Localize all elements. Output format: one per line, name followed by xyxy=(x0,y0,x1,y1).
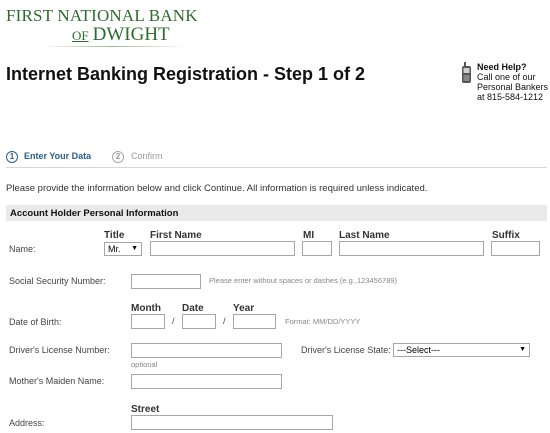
year-header: Year xyxy=(233,303,255,314)
dob-month-input[interactable] xyxy=(131,314,165,329)
bank-logo-of: OF xyxy=(72,28,89,43)
license-number-input[interactable] xyxy=(131,343,282,358)
step-2-label: Confirm xyxy=(131,151,163,161)
ssn-input[interactable] xyxy=(131,274,201,289)
last-name-header: Last Name xyxy=(339,230,390,241)
chevron-down-icon: ▼ xyxy=(131,245,138,252)
first-name-header: First Name xyxy=(150,230,202,241)
maiden-name-input[interactable] xyxy=(131,374,282,389)
title-header: Title xyxy=(104,230,125,241)
dob-separator-2: / xyxy=(223,316,226,326)
bank-logo-line1: FIRST NATIONAL BANK xyxy=(6,6,198,25)
suffix-input[interactable] xyxy=(491,241,540,256)
street-header: Street xyxy=(131,404,160,415)
phone-icon xyxy=(462,62,471,83)
maiden-name-label: Mother's Maiden Name: xyxy=(9,376,105,386)
dob-format-hint: Format: MM/DD/YYYY xyxy=(285,317,361,326)
instructions-text: Please provide the information below and… xyxy=(6,183,428,194)
last-name-input[interactable] xyxy=(339,241,484,256)
step-1-label: Enter Your Data xyxy=(24,151,92,161)
section-title: Account Holder Personal Information xyxy=(10,208,179,219)
dob-label: Date of Birth: xyxy=(9,317,62,327)
dob-separator-1: / xyxy=(172,316,175,326)
help-text: Call one of our Personal Bankers at 815-… xyxy=(477,72,549,102)
dob-year-input[interactable] xyxy=(233,314,276,329)
title-select[interactable]: Mr. ▼ xyxy=(104,242,142,256)
first-name-input[interactable] xyxy=(150,241,295,256)
month-header: Month xyxy=(131,303,161,314)
license-number-label: Driver's License Number: xyxy=(9,345,110,355)
step-2-number: 2 xyxy=(112,151,124,163)
bank-logo-name: DWIGHT xyxy=(92,24,170,45)
license-optional-note: optional xyxy=(131,360,158,369)
suffix-header: Suffix xyxy=(492,230,520,241)
address-label: Address: xyxy=(9,418,45,428)
street-input[interactable] xyxy=(131,415,333,430)
help-title: Need Help? xyxy=(477,62,527,72)
bank-logo-line2: OF DWIGHT xyxy=(72,24,170,46)
logo-underline xyxy=(40,46,185,47)
license-state-label: Driver's License State: xyxy=(301,345,391,355)
ssn-hint: Please enter without spaces or dashes (e… xyxy=(209,276,398,285)
license-state-value: ---Select--- xyxy=(397,345,440,355)
dob-date-input[interactable] xyxy=(182,314,216,329)
date-header: Date xyxy=(182,303,204,314)
middle-initial-input[interactable] xyxy=(302,241,332,256)
title-select-value: Mr. xyxy=(108,244,121,254)
step-1-number: 1 xyxy=(6,151,18,163)
chevron-down-icon: ▼ xyxy=(519,346,526,353)
license-state-select[interactable]: ---Select--- ▼ xyxy=(393,343,530,357)
steps-divider xyxy=(6,167,547,168)
mi-header: MI xyxy=(303,230,315,241)
name-label: Name: xyxy=(9,244,36,254)
page-title: Internet Banking Registration - Step 1 o… xyxy=(6,64,366,84)
ssn-label: Social Security Number: xyxy=(9,276,106,286)
